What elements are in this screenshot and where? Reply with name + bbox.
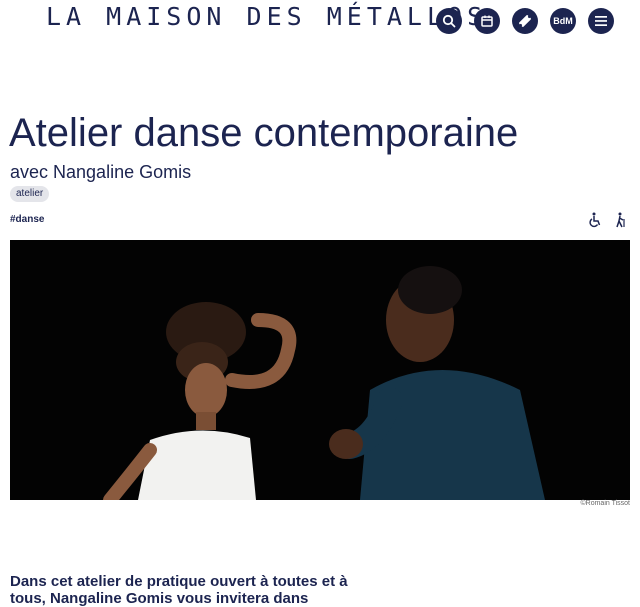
hashtag-link[interactable]: #danse [10,214,44,225]
accessibility-icons [588,212,628,228]
category-badge[interactable]: atelier [10,186,50,202]
photo-credit: ©Romain Tissot [580,500,630,507]
bdm-icon: BdM [553,16,573,26]
header-actions: BdM [436,8,614,34]
menu-button[interactable] [588,8,614,34]
wheelchair-icon [588,212,602,228]
site-logo[interactable]: LA MAISON DES MÉTALLOS [46,2,487,32]
event-subtitle: avec Nangaline Gomis [10,162,192,182]
page-title: Atelier danse contemporaine [9,111,519,155]
event-photo [10,240,630,500]
ticket-icon [519,15,531,27]
menu-icon [595,16,607,26]
search-icon [442,14,456,28]
bdm-button[interactable]: BdM [550,8,576,34]
calendar-icon [481,15,493,27]
walking-aid-icon [614,212,628,228]
intro-text: Dans cet atelier de pratique ouvert à to… [10,573,348,607]
search-button[interactable] [436,8,462,34]
ticket-button[interactable] [512,8,538,34]
calendar-button[interactable] [474,8,500,34]
